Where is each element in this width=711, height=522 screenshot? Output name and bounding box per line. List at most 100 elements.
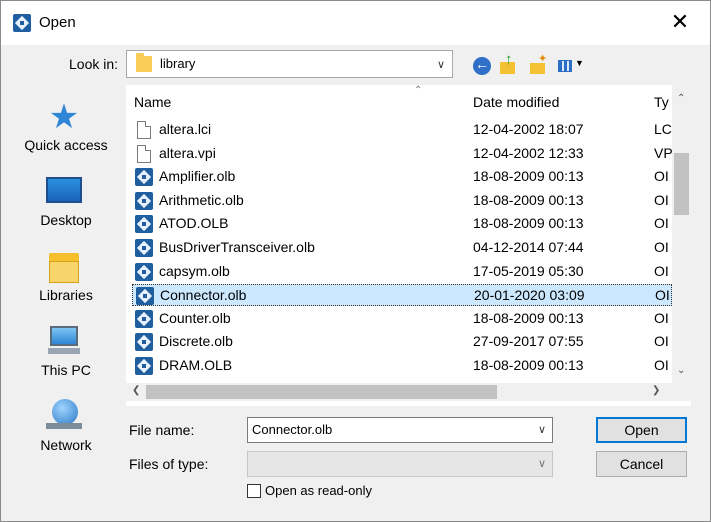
file-type: OI	[654, 191, 669, 208]
file-name: capsym.olb	[159, 262, 230, 279]
readonly-label[interactable]: Open as read-only	[265, 483, 372, 498]
scroll-up-arrow-icon[interactable]: ⌃	[677, 93, 685, 104]
file-list[interactable]: ⌃ Name Date modified Ty altera.lci 12-04…	[126, 85, 691, 406]
vertical-scroll-thumb[interactable]	[674, 153, 689, 215]
chevron-down-icon[interactable]: ∨	[538, 457, 546, 470]
file-type: LC	[654, 121, 672, 137]
place-libraries[interactable]: Libraries	[16, 247, 116, 317]
place-this-pc[interactable]: This PC	[16, 322, 116, 392]
scroll-left-arrow-icon[interactable]: ❮	[132, 385, 140, 396]
network-icon	[46, 399, 82, 431]
close-icon[interactable]: ✕	[669, 11, 691, 33]
scroll-down-arrow-icon[interactable]: ⌄	[677, 365, 685, 376]
olb-library-icon	[135, 191, 153, 210]
file-date: 18-08-2009 00:13	[473, 215, 584, 232]
new-folder-icon[interactable]	[529, 52, 547, 75]
file-date: 18-08-2009 00:13	[473, 191, 584, 208]
file-row[interactable]: DRAM.OLB 18-08-2009 00:13 OI	[132, 355, 672, 377]
lookin-dropdown[interactable]: library ∨	[126, 50, 453, 78]
file-name: DRAM.OLB	[159, 357, 233, 373]
file-date: 18-08-2009 00:13	[473, 309, 584, 326]
readonly-checkbox[interactable]	[247, 484, 261, 498]
place-desktop[interactable]: Desktop	[16, 173, 116, 243]
file-type: OI	[654, 309, 669, 326]
sort-caret-icon: ⌃	[414, 85, 423, 96]
file-date: 18-08-2009 00:13	[473, 357, 584, 373]
olb-library-icon	[135, 309, 153, 328]
file-name: ATOD.OLB	[159, 215, 229, 232]
file-date: 04-12-2014 07:44	[473, 239, 584, 255]
view-menu-icon[interactable]	[557, 57, 584, 75]
chevron-down-icon: ∨	[437, 59, 446, 71]
olb-library-icon	[136, 287, 154, 306]
file-name: Counter.olb	[159, 309, 231, 326]
place-quick-access[interactable]: ★ Quick access	[16, 97, 116, 167]
libraries-icon	[46, 253, 82, 285]
horizontal-scroll-thumb[interactable]	[146, 385, 497, 399]
file-type: OI	[654, 262, 669, 279]
folder-icon	[136, 53, 152, 72]
place-label: Desktop	[40, 212, 92, 228]
place-network[interactable]: Network	[16, 397, 116, 467]
up-folder-icon[interactable]	[499, 51, 517, 75]
file-name: Connector.olb	[160, 287, 247, 304]
olb-library-icon	[135, 357, 153, 375]
file-name: Arithmetic.olb	[159, 191, 244, 208]
file-row[interactable]: Discrete.olb 27-09-2017 07:55 OI	[132, 331, 672, 353]
filename-input[interactable]: Connector.olb ∨	[247, 417, 553, 443]
file-date: 20-01-2020 03:09	[474, 287, 585, 304]
chevron-down-icon[interactable]: ∨	[538, 423, 546, 436]
scroll-right-arrow-icon[interactable]: ❯	[652, 385, 660, 396]
file-type: OI	[654, 333, 669, 350]
file-date: 12-04-2002 18:07	[473, 121, 584, 137]
file-row[interactable]: Counter.olb 18-08-2009 00:13 OI	[132, 308, 672, 330]
open-button[interactable]: Open	[596, 417, 687, 443]
file-type: OI	[655, 287, 670, 304]
filetype-dropdown[interactable]: ∨	[247, 451, 553, 477]
document-icon	[137, 121, 151, 139]
this-pc-icon	[46, 326, 82, 358]
file-type: OI	[654, 215, 669, 232]
quick-access-star-icon: ★	[48, 98, 80, 136]
file-row[interactable]: altera.vpi 12-04-2002 12:33 VP	[132, 143, 672, 165]
file-row-selected[interactable]: Connector.olb 20-01-2020 03:09 OI	[132, 284, 672, 307]
filename-label: File name:	[129, 422, 195, 438]
file-name: altera.lci	[159, 121, 212, 137]
file-row[interactable]: ATOD.OLB 18-08-2009 00:13 OI	[132, 213, 672, 235]
file-name: BusDriverTransceiver.olb	[159, 239, 315, 255]
olb-library-icon	[135, 333, 153, 352]
olb-library-icon	[135, 168, 153, 187]
dialog-title: Open	[39, 14, 76, 31]
file-row[interactable]: Amplifier.olb 18-08-2009 00:13 OI	[132, 166, 672, 188]
column-header-type[interactable]: Ty	[654, 94, 672, 110]
file-date: 18-08-2009 00:13	[473, 168, 584, 185]
document-icon	[137, 144, 151, 163]
place-label: Network	[40, 437, 92, 453]
column-header-name[interactable]: Name	[134, 94, 171, 110]
place-label: Libraries	[39, 287, 93, 303]
file-date: 17-05-2019 05:30	[473, 262, 584, 279]
vertical-scrollbar[interactable]: ⌃ ⌄	[672, 85, 691, 383]
file-type: OI	[654, 239, 669, 255]
lookin-label: Look in:	[69, 56, 119, 72]
file-row[interactable]: altera.lci 12-04-2002 18:07 LC	[132, 119, 672, 141]
file-row[interactable]: Arithmetic.olb 18-08-2009 00:13 OI	[132, 190, 672, 212]
file-name: altera.vpi	[159, 144, 216, 161]
place-label: Quick access	[24, 137, 108, 153]
app-icon	[13, 14, 31, 32]
olb-library-icon	[135, 262, 153, 281]
file-date: 12-04-2002 12:33	[473, 144, 584, 161]
olb-library-icon	[135, 215, 153, 234]
column-header-date[interactable]: Date modified	[473, 94, 559, 110]
file-name: Discrete.olb	[159, 333, 233, 350]
open-dialog: Open ✕ Look in: library ∨ ★ Quick access…	[0, 0, 711, 522]
cancel-button[interactable]: Cancel	[596, 451, 687, 477]
file-row[interactable]: capsym.olb 17-05-2019 05:30 OI	[132, 261, 672, 283]
file-row[interactable]: BusDriverTransceiver.olb 04-12-2014 07:4…	[132, 237, 672, 259]
filetype-label: Files of type:	[129, 456, 209, 472]
title-bar: Open ✕	[1, 1, 710, 45]
filename-value: Connector.olb	[252, 422, 333, 437]
file-date: 27-09-2017 07:55	[473, 333, 584, 350]
back-icon[interactable]	[473, 56, 491, 75]
horizontal-scrollbar[interactable]: ❮ ❯	[126, 383, 691, 401]
